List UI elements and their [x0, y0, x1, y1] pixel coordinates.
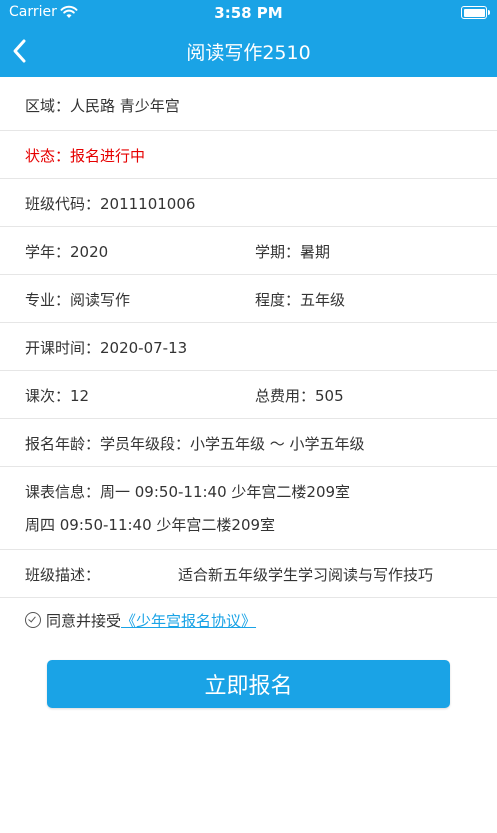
checkmark-icon[interactable]	[25, 612, 41, 628]
row-age: 报名年龄：学员年级段：小学五年级 ～ 小学五年级	[0, 419, 497, 467]
major-text: 专业：阅读写作	[25, 291, 131, 309]
sessions-text: 课次：12	[25, 387, 90, 405]
level-text: 程度：五年级	[255, 291, 346, 309]
row-schedule: 课表信息：周一 09:50-11:40 少年宫二楼209室 周四 09:50-1…	[0, 467, 497, 550]
agreement-text: 同意并接受	[46, 612, 122, 630]
class-code-text: 班级代码：2011101006	[25, 195, 196, 213]
agreement-link[interactable]: 《少年宫报名协议》	[121, 612, 256, 630]
row-start-time: 开课时间：2020-07-13	[0, 323, 497, 371]
battery-icon	[461, 6, 490, 19]
row-description: 班级描述： 适合新五年级学生学习阅读与写作技巧	[0, 550, 497, 598]
region-text: 区域：人民路 青少年宫	[25, 97, 180, 115]
status-text: 状态：报名进行中	[25, 147, 146, 165]
age-text: 报名年龄：学员年级段：小学五年级 ～ 小学五年级	[25, 435, 365, 453]
row-region: 区域：人民路 青少年宫	[0, 77, 497, 131]
agreement-row: 同意并接受《少年宫报名协议》	[25, 610, 256, 631]
status-bar: Carrier 3:58 PM	[0, 0, 497, 26]
schedule-line-1: 课表信息：周一 09:50-11:40 少年宫二楼209室	[25, 483, 351, 501]
row-class-code: 班级代码：2011101006	[0, 179, 497, 227]
year-text: 学年：2020	[25, 243, 109, 261]
nav-bar: 阅读写作2510	[0, 26, 497, 77]
description-value: 适合新五年级学生学习阅读与写作技巧	[178, 566, 434, 584]
row-major-level: 专业：阅读写作 程度：五年级	[0, 275, 497, 323]
description-label: 班级描述：	[25, 566, 101, 584]
total-fee-text: 总费用：505	[255, 387, 344, 405]
clock: 3:58 PM	[214, 4, 283, 22]
row-status: 状态：报名进行中	[0, 131, 497, 179]
page-title: 阅读写作2510	[186, 42, 311, 64]
row-year-term: 学年：2020 学期：暑期	[0, 227, 497, 275]
row-sessions-fee: 课次：12 总费用：505	[0, 371, 497, 419]
schedule-line-2: 周四 09:50-11:40 少年宫二楼209室	[25, 516, 276, 534]
register-button[interactable]: 立即报名	[47, 660, 450, 708]
header-bar: Carrier 3:58 PM 阅读写作2510	[0, 0, 497, 77]
term-text: 学期：暑期	[255, 243, 331, 261]
start-time-text: 开课时间：2020-07-13	[25, 339, 188, 357]
